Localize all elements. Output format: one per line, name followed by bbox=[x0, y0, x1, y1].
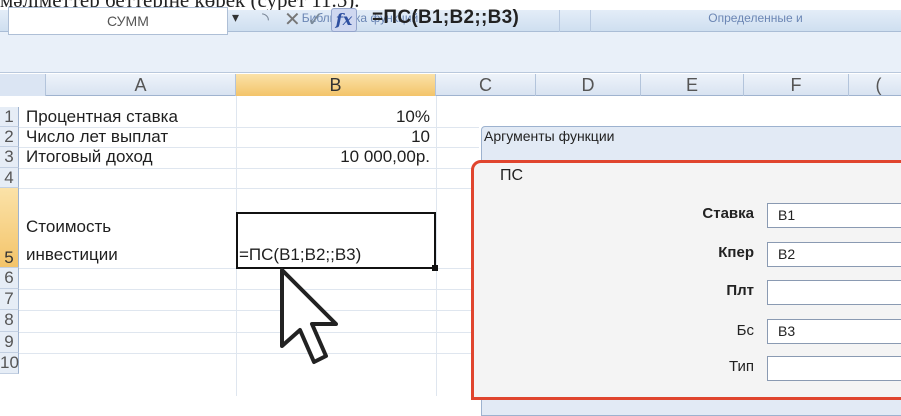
row-header-6[interactable]: 6 bbox=[0, 268, 19, 289]
column-header-c[interactable]: C bbox=[436, 74, 536, 96]
arg-field-type[interactable] bbox=[767, 356, 901, 381]
arg-field-rate[interactable]: B1 bbox=[767, 203, 901, 228]
cancel-icon[interactable]: ◝ bbox=[262, 9, 269, 30]
row-header-1[interactable]: 1 bbox=[0, 107, 19, 127]
cell-a5-line2[interactable]: инвестиции bbox=[26, 245, 118, 265]
chevron-down-icon[interactable]: ▾ bbox=[232, 9, 239, 26]
x-icon[interactable]: ✕ bbox=[284, 7, 301, 32]
dialog-title[interactable]: Аргументы функции bbox=[484, 128, 614, 144]
row-header-4[interactable]: 4 bbox=[0, 168, 19, 188]
fill-handle[interactable] bbox=[432, 265, 438, 271]
column-headers: A B C D E F ( bbox=[0, 74, 901, 96]
cell-b5-formula[interactable]: =ПС(B1;B2;;B3) bbox=[239, 245, 361, 265]
column-header-g[interactable]: ( bbox=[849, 74, 901, 96]
grid-line bbox=[19, 353, 479, 354]
cell-b3[interactable]: 10 000,00р. bbox=[236, 147, 430, 167]
arg-label-rate: Ставка bbox=[702, 205, 754, 222]
column-header-a[interactable]: A bbox=[46, 74, 236, 96]
row-header-2[interactable]: 2 bbox=[0, 127, 19, 147]
arg-label-fv: Бс bbox=[736, 322, 754, 339]
grid-line bbox=[19, 188, 479, 189]
cell-a5-line1[interactable]: Стоимость bbox=[26, 217, 111, 237]
grid-line bbox=[19, 310, 479, 311]
row-header-10[interactable]: 10 bbox=[0, 353, 19, 374]
mouse-cursor-icon bbox=[280, 268, 338, 364]
grid-line bbox=[436, 96, 437, 396]
cell-a1[interactable]: Процентная ставка bbox=[26, 107, 178, 127]
cell-a2[interactable]: Число лет выплат bbox=[26, 127, 168, 147]
name-box[interactable]: СУММ bbox=[8, 7, 228, 35]
arg-field-nper[interactable]: B2 bbox=[767, 242, 901, 267]
fx-icon[interactable]: fx bbox=[331, 8, 357, 32]
cell-b1[interactable]: 10% bbox=[236, 107, 430, 127]
ribbon-group-defined-names[interactable]: Определенные и bbox=[590, 10, 901, 32]
arg-field-fv[interactable]: B3 bbox=[767, 319, 901, 344]
column-header-f[interactable]: F bbox=[744, 74, 849, 96]
row-header-7[interactable]: 7 bbox=[0, 289, 19, 310]
dialog-function-name: ПС bbox=[500, 167, 524, 184]
arg-label-nper: Кпер bbox=[718, 244, 754, 261]
column-header-d[interactable]: D bbox=[536, 74, 641, 96]
column-header-b[interactable]: B bbox=[236, 74, 436, 96]
arg-field-pmt[interactable] bbox=[767, 280, 901, 305]
select-all-corner[interactable] bbox=[0, 74, 46, 96]
arg-label-pmt: Плт bbox=[726, 282, 754, 299]
check-icon[interactable]: ✓ bbox=[307, 7, 324, 32]
arg-label-type: Тип bbox=[728, 358, 754, 375]
cell-b2[interactable]: 10 bbox=[236, 127, 430, 147]
row-header-8[interactable]: 8 bbox=[0, 310, 19, 332]
formula-input[interactable]: =ПС(B1;B2;;B3) bbox=[372, 7, 519, 29]
grid-line bbox=[19, 289, 479, 290]
row-header-9[interactable]: 9 bbox=[0, 332, 19, 353]
row-header-3[interactable]: 3 bbox=[0, 147, 19, 168]
formula-bar bbox=[0, 32, 901, 73]
grid-line bbox=[19, 168, 479, 169]
row-header-5[interactable]: 5 bbox=[0, 188, 19, 268]
column-header-e[interactable]: E bbox=[641, 74, 744, 96]
grid-line bbox=[19, 332, 479, 333]
cell-a3[interactable]: Итоговый доход bbox=[26, 147, 153, 167]
